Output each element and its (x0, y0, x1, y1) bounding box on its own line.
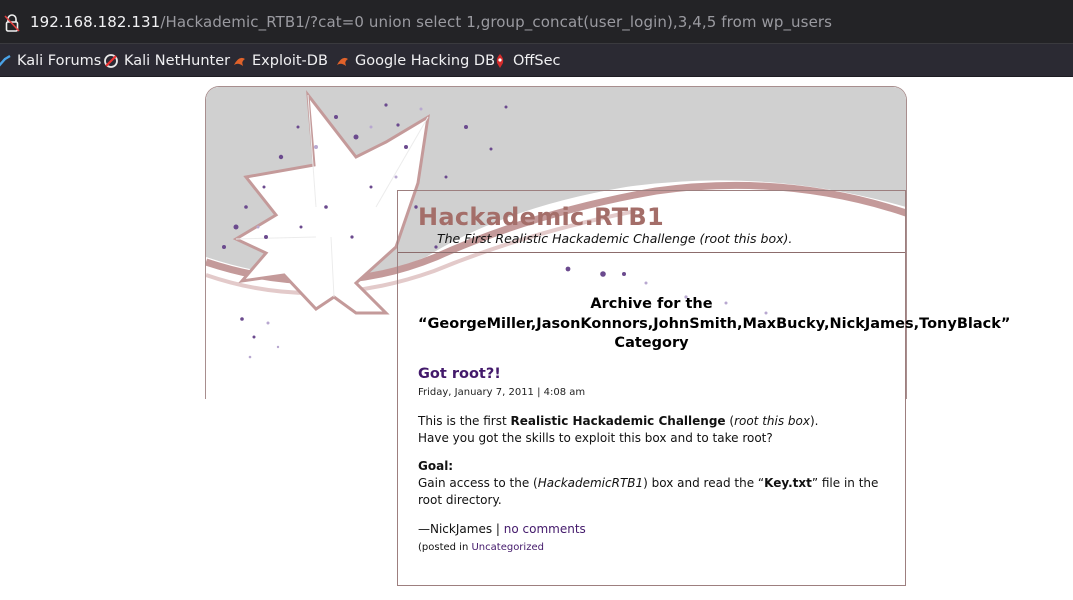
posted-in-label: (posted in (418, 542, 472, 553)
bookmarks-bar: Kali Forums Kali NetHunter Exploit-DB Go… (0, 44, 1073, 77)
post-paragraph-1: This is the first Realistic Hackademic C… (418, 413, 888, 447)
bookmark-offsec[interactable]: OffSec (492, 51, 561, 71)
url-bar[interactable]: 192.168.182.131/Hackademic_RTB1/?cat=0 u… (0, 0, 1073, 44)
bookmark-exploit-db[interactable]: Exploit-DB (231, 51, 328, 71)
title-divider (398, 252, 905, 253)
page-viewport: Hackademic.RTB1 The First Realistic Hack… (0, 77, 1073, 600)
bookmark-label: Kali Forums (17, 53, 102, 69)
blog-title[interactable]: Hackademic.RTB1 (418, 203, 664, 231)
kali-icon (0, 54, 11, 67)
goal-label: Goal: (418, 459, 454, 473)
post-goal: Goal: Gain access to the (HackademicRTB1… (418, 458, 888, 509)
archive-line1: Archive for the (590, 296, 713, 312)
p1-bold: Realistic Hackademic Challenge (510, 414, 726, 428)
bookmark-label: Google Hacking DB (355, 53, 496, 69)
ghdb-icon (337, 57, 348, 66)
bookmark-label: Exploit-DB (252, 53, 328, 69)
post-date: Friday, January 7, 2011 | 4:08 am (418, 387, 586, 398)
post-meta: —NickJames | no comments (posted in Unca… (418, 521, 888, 556)
archive-category-name: “GeorgeMiller,JasonKonnors,JohnSmith,Max… (418, 315, 1011, 332)
nethunter-icon (104, 54, 118, 68)
bookmark-kali-nethunter[interactable]: Kali NetHunter (103, 51, 230, 71)
blog-description: The First Realistic Hackademic Challenge… (437, 231, 793, 246)
goal-text-a: Gain access to the ( (418, 476, 538, 490)
category-link[interactable]: Uncategorized (471, 542, 543, 553)
p2-text: Have you got the skills to exploit this … (418, 431, 773, 445)
url-text[interactable]: 192.168.182.131/Hackademic_RTB1/?cat=0 u… (30, 13, 832, 31)
goal-italic: HackademicRTB1 (537, 476, 644, 490)
bookmark-kali-forums[interactable]: Kali Forums (0, 51, 101, 71)
goal-bold: Key.txt (764, 476, 812, 490)
url-host: 192.168.182.131 (30, 13, 161, 31)
archive-heading: Archive for the “GeorgeMiller,JasonKonno… (398, 295, 1010, 354)
comments-link[interactable]: no comments (504, 522, 586, 536)
p1-text-a: This is the first (418, 414, 511, 428)
archive-line3: Category (614, 335, 689, 351)
post-title-link[interactable]: Got root?! (418, 366, 501, 382)
post-author: —NickJames | (418, 522, 504, 536)
bookmark-label: OffSec (513, 53, 561, 69)
goal-text-c: ) box and read the “ (643, 476, 765, 490)
exploit-db-icon (234, 57, 245, 66)
url-path: /Hackademic_RTB1/?cat=0 union select 1,g… (160, 13, 833, 31)
bookmark-label: Kali NetHunter (124, 53, 231, 69)
bookmark-google-hacking-db[interactable]: Google Hacking DB (334, 51, 495, 71)
p1-text-e: ). (809, 414, 819, 428)
lock-icon[interactable] (4, 14, 20, 32)
post-title[interactable]: Got root?! (418, 366, 501, 382)
p1-italic: root this box (734, 414, 810, 428)
p1-text-c: ( (725, 414, 735, 428)
offsec-icon (496, 54, 504, 68)
content-box: Hackademic.RTB1 The First Realistic Hack… (397, 190, 1010, 586)
